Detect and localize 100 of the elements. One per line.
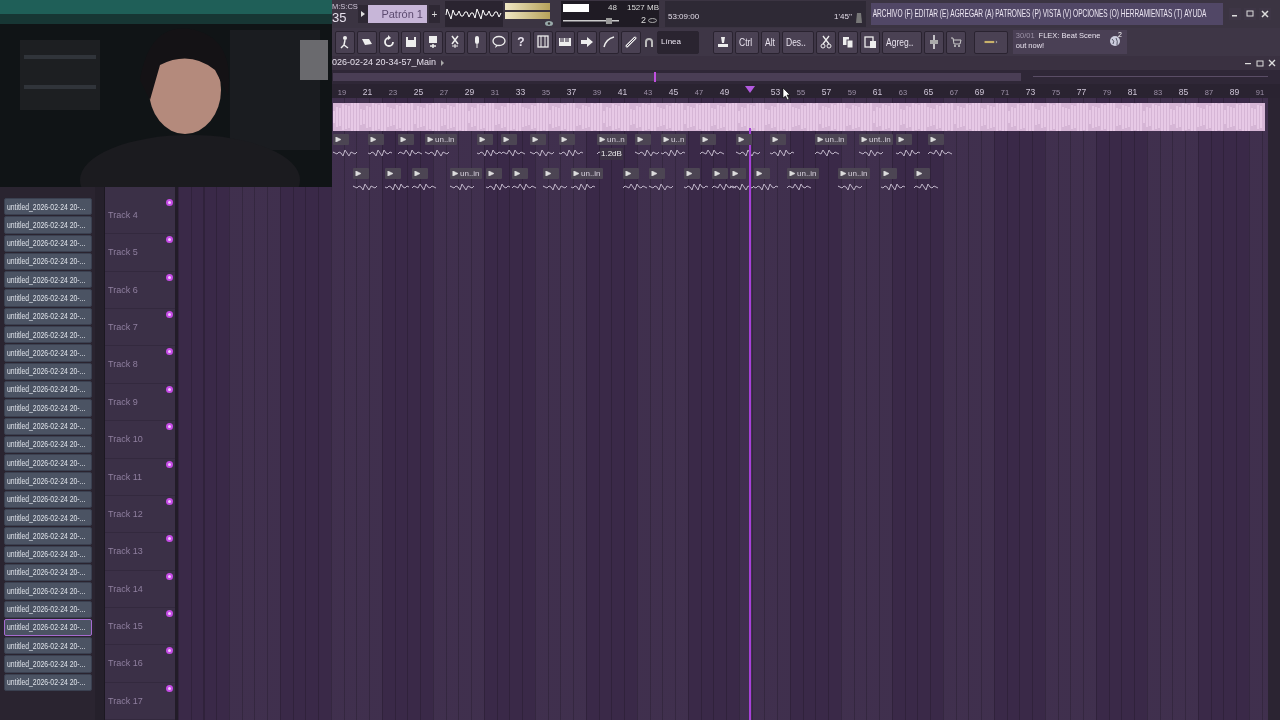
clip-header[interactable] (896, 134, 912, 145)
globe-icon[interactable] (1109, 36, 1120, 46)
menu-item[interactable]: OPCIONES (O) (1073, 5, 1119, 23)
clip-header[interactable] (736, 134, 752, 145)
browser-item[interactable]: untitled_2026-02-24 20-... (4, 399, 92, 417)
slider-thumb[interactable] (606, 17, 612, 24)
close-icon[interactable] (1259, 8, 1271, 20)
refresh-icon[interactable] (379, 30, 399, 54)
browser-item[interactable]: untitled_2026-02-24 20-... (4, 637, 92, 655)
pattern-selector[interactable]: Patrón 1 (368, 5, 427, 23)
restore-icon[interactable] (1244, 8, 1256, 20)
browser-item[interactable]: untitled_2026-02-24 20-... (4, 582, 92, 600)
clip-header[interactable] (501, 134, 517, 145)
piano-icon[interactable] (555, 30, 575, 54)
record-dot-icon[interactable] (166, 348, 173, 356)
record-dot-icon[interactable] (166, 236, 173, 244)
clip-header[interactable] (684, 168, 700, 179)
clip-header[interactable] (754, 168, 770, 179)
scissors-icon[interactable] (445, 30, 465, 54)
snap-selector[interactable]: Línea (657, 30, 699, 54)
save-icon[interactable] (423, 30, 443, 54)
browser-item[interactable]: untitled_2026-02-24 20-... (4, 454, 92, 472)
clip-header[interactable] (700, 134, 716, 145)
record-dot-icon[interactable] (166, 609, 173, 617)
browser-item[interactable]: untitled_2026-02-24 20-... (4, 618, 92, 637)
clip-header[interactable] (477, 134, 493, 145)
close-icon[interactable] (1268, 59, 1276, 67)
clip-header[interactable] (486, 168, 502, 179)
person-icon[interactable] (335, 30, 355, 54)
browser-item[interactable]: untitled_2026-02-24 20-... (4, 198, 92, 216)
record-dot-icon[interactable] (166, 535, 173, 543)
slider-icon[interactable] (923, 30, 944, 54)
scrollbar[interactable] (95, 187, 105, 720)
browser-item[interactable]: untitled_2026-02-24 20-... (4, 563, 92, 582)
color-button[interactable] (973, 30, 1008, 54)
record-dot-icon[interactable] (166, 311, 173, 319)
key-button[interactable]: Des.. (782, 30, 814, 54)
clip-header[interactable] (649, 168, 665, 179)
speech-bubble-icon[interactable] (489, 30, 509, 54)
metronome-icon[interactable] (855, 12, 863, 23)
record-dot-icon[interactable] (166, 497, 173, 505)
clip-header[interactable]: un..in (838, 168, 870, 179)
browser-item[interactable]: untitled_2026-02-24 20-... (4, 509, 92, 527)
play-icon[interactable] (358, 5, 368, 23)
record-dot-icon[interactable] (166, 460, 173, 468)
scissors-icon[interactable] (815, 30, 836, 54)
record-dot-icon[interactable] (166, 199, 173, 206)
menu-item[interactable]: VISTA (V) (1042, 5, 1072, 23)
menu-item[interactable]: PATRONES (P) (995, 5, 1041, 23)
overview-scrollbar[interactable] (333, 72, 1268, 82)
clip-header[interactable] (914, 168, 930, 179)
clip-header[interactable] (770, 134, 786, 145)
browser-item[interactable]: untitled_2026-02-24 20-... (4, 307, 92, 326)
clip-header[interactable] (412, 168, 428, 179)
clip-header[interactable] (333, 134, 349, 145)
window-icon[interactable] (533, 30, 553, 54)
browser-item[interactable]: untitled_2026-02-24 20-... (4, 435, 92, 454)
key-button[interactable]: Ctrl (735, 30, 759, 54)
cart-icon[interactable] (945, 30, 966, 54)
clip-header[interactable]: un..in (787, 168, 819, 179)
record-dot-icon[interactable] (166, 684, 173, 692)
browser-item[interactable]: untitled_2026-02-24 20-... (4, 362, 92, 380)
restore-icon[interactable] (1256, 59, 1264, 67)
clip-header[interactable] (635, 134, 651, 145)
browser-item[interactable]: untitled_2026-02-24 20-... (4, 344, 92, 362)
browser-item[interactable]: untitled_2026-02-24 20-... (4, 234, 92, 252)
browser-item[interactable]: untitled_2026-02-24 20-... (4, 380, 92, 399)
record-dot-icon[interactable] (166, 572, 173, 580)
menu-item[interactable]: ARCHIVO (F) (872, 5, 913, 23)
magnet-icon[interactable] (644, 37, 654, 47)
eye-icon[interactable] (545, 20, 553, 26)
clip-header[interactable]: un..in (425, 134, 457, 145)
clip-header[interactable] (928, 134, 944, 145)
clip-header[interactable]: un..in (571, 168, 603, 179)
clip-header[interactable]: un..n (597, 134, 627, 145)
clip-header[interactable] (881, 168, 897, 179)
browser-item[interactable]: untitled_2026-02-24 20-... (4, 655, 92, 673)
clip-header[interactable]: un..in (450, 168, 482, 179)
clip-header[interactable] (368, 134, 384, 145)
copy-icon[interactable] (837, 30, 858, 54)
clip-header[interactable] (512, 168, 528, 179)
browser-item[interactable]: untitled_2026-02-24 20-... (4, 472, 92, 490)
playhead-marker[interactable] (745, 86, 755, 93)
clip-header[interactable] (559, 134, 575, 145)
key-button[interactable]: Alt (760, 30, 781, 54)
browser-item[interactable]: untitled_2026-02-24 20-... (4, 271, 92, 289)
microphone-icon[interactable] (467, 30, 487, 54)
paste-icon[interactable] (859, 30, 880, 54)
browser-item[interactable]: untitled_2026-02-24 20-... (4, 252, 92, 271)
record-dot-icon[interactable] (166, 647, 173, 655)
clip-header[interactable] (712, 168, 728, 179)
save-icon[interactable] (401, 30, 421, 54)
record-dot-icon[interactable] (166, 385, 173, 393)
browser-item[interactable]: untitled_2026-02-24 20-... (4, 490, 92, 509)
menu-item[interactable]: AYUDA (1184, 5, 1207, 23)
arrow-right-icon[interactable] (577, 30, 597, 54)
add-pattern-button[interactable]: + (429, 5, 440, 23)
menu-item[interactable]: EDITAR (E) (914, 5, 949, 23)
record-dot-icon[interactable] (166, 273, 173, 281)
browser-item[interactable]: untitled_2026-02-24 20-... (4, 600, 92, 618)
